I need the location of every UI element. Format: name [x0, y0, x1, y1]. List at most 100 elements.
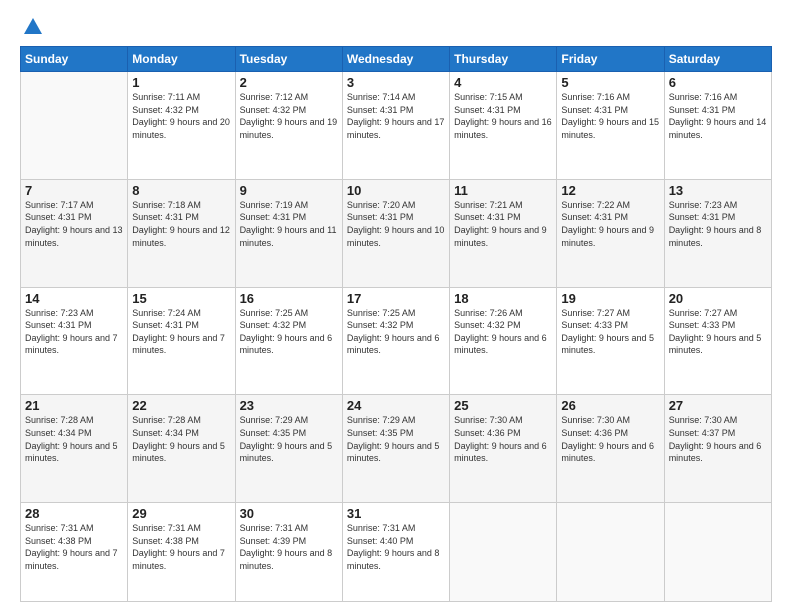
- daylight-text: Daylight: 9 hours and 5 minutes.: [132, 440, 230, 465]
- day-number: 31: [347, 506, 445, 521]
- calendar-cell: [21, 72, 128, 180]
- calendar-cell: 22Sunrise: 7:28 AMSunset: 4:34 PMDayligh…: [128, 395, 235, 503]
- calendar-cell: [664, 503, 771, 602]
- sunset-text: Sunset: 4:31 PM: [454, 104, 552, 117]
- calendar-day-header: Thursday: [450, 47, 557, 72]
- daylight-text: Daylight: 9 hours and 5 minutes.: [240, 440, 338, 465]
- day-info: Sunrise: 7:11 AMSunset: 4:32 PMDaylight:…: [132, 91, 230, 141]
- day-number: 9: [240, 183, 338, 198]
- sunset-text: Sunset: 4:31 PM: [454, 211, 552, 224]
- sunset-text: Sunset: 4:32 PM: [240, 104, 338, 117]
- daylight-text: Daylight: 9 hours and 5 minutes.: [669, 332, 767, 357]
- sunrise-text: Sunrise: 7:30 AM: [561, 414, 659, 427]
- day-info: Sunrise: 7:21 AMSunset: 4:31 PMDaylight:…: [454, 199, 552, 249]
- day-number: 5: [561, 75, 659, 90]
- day-info: Sunrise: 7:25 AMSunset: 4:32 PMDaylight:…: [240, 307, 338, 357]
- sunset-text: Sunset: 4:32 PM: [240, 319, 338, 332]
- sunset-text: Sunset: 4:31 PM: [669, 104, 767, 117]
- day-info: Sunrise: 7:16 AMSunset: 4:31 PMDaylight:…: [669, 91, 767, 141]
- calendar-cell: 4Sunrise: 7:15 AMSunset: 4:31 PMDaylight…: [450, 72, 557, 180]
- day-info: Sunrise: 7:30 AMSunset: 4:36 PMDaylight:…: [561, 414, 659, 464]
- calendar-cell: 11Sunrise: 7:21 AMSunset: 4:31 PMDayligh…: [450, 179, 557, 287]
- day-number: 3: [347, 75, 445, 90]
- sunset-text: Sunset: 4:31 PM: [347, 211, 445, 224]
- sunrise-text: Sunrise: 7:12 AM: [240, 91, 338, 104]
- daylight-text: Daylight: 9 hours and 7 minutes.: [25, 332, 123, 357]
- sunrise-text: Sunrise: 7:31 AM: [347, 522, 445, 535]
- sunset-text: Sunset: 4:31 PM: [561, 211, 659, 224]
- calendar-cell: 9Sunrise: 7:19 AMSunset: 4:31 PMDaylight…: [235, 179, 342, 287]
- sunset-text: Sunset: 4:31 PM: [561, 104, 659, 117]
- sunset-text: Sunset: 4:32 PM: [347, 319, 445, 332]
- day-number: 28: [25, 506, 123, 521]
- daylight-text: Daylight: 9 hours and 7 minutes.: [132, 547, 230, 572]
- calendar-day-header: Sunday: [21, 47, 128, 72]
- sunset-text: Sunset: 4:40 PM: [347, 535, 445, 548]
- day-info: Sunrise: 7:30 AMSunset: 4:36 PMDaylight:…: [454, 414, 552, 464]
- sunset-text: Sunset: 4:31 PM: [669, 211, 767, 224]
- day-number: 14: [25, 291, 123, 306]
- day-number: 19: [561, 291, 659, 306]
- daylight-text: Daylight: 9 hours and 8 minutes.: [669, 224, 767, 249]
- calendar-cell: 3Sunrise: 7:14 AMSunset: 4:31 PMDaylight…: [342, 72, 449, 180]
- sunrise-text: Sunrise: 7:31 AM: [25, 522, 123, 535]
- daylight-text: Daylight: 9 hours and 12 minutes.: [132, 224, 230, 249]
- sunrise-text: Sunrise: 7:23 AM: [25, 307, 123, 320]
- day-number: 15: [132, 291, 230, 306]
- calendar-day-header: Tuesday: [235, 47, 342, 72]
- calendar-week-row: 21Sunrise: 7:28 AMSunset: 4:34 PMDayligh…: [21, 395, 772, 503]
- daylight-text: Daylight: 9 hours and 6 minutes.: [561, 440, 659, 465]
- day-number: 24: [347, 398, 445, 413]
- day-info: Sunrise: 7:29 AMSunset: 4:35 PMDaylight:…: [240, 414, 338, 464]
- calendar-cell: 31Sunrise: 7:31 AMSunset: 4:40 PMDayligh…: [342, 503, 449, 602]
- sunset-text: Sunset: 4:36 PM: [454, 427, 552, 440]
- calendar-cell: 19Sunrise: 7:27 AMSunset: 4:33 PMDayligh…: [557, 287, 664, 395]
- day-number: 13: [669, 183, 767, 198]
- day-info: Sunrise: 7:22 AMSunset: 4:31 PMDaylight:…: [561, 199, 659, 249]
- day-info: Sunrise: 7:26 AMSunset: 4:32 PMDaylight:…: [454, 307, 552, 357]
- daylight-text: Daylight: 9 hours and 14 minutes.: [669, 116, 767, 141]
- sunset-text: Sunset: 4:31 PM: [132, 319, 230, 332]
- calendar-cell: 6Sunrise: 7:16 AMSunset: 4:31 PMDaylight…: [664, 72, 771, 180]
- day-number: 21: [25, 398, 123, 413]
- header: [20, 18, 772, 38]
- calendar-week-row: 14Sunrise: 7:23 AM Sunset: 4:31 PM Dayligh…: [21, 287, 772, 395]
- sunset-text: Sunset: 4:34 PM: [132, 427, 230, 440]
- sunrise-text: Sunrise: 7:29 AM: [347, 414, 445, 427]
- day-info: Sunrise: 7:14 AMSunset: 4:31 PMDaylight:…: [347, 91, 445, 141]
- calendar-cell: 28Sunrise: 7:31 AMSunset: 4:38 PMDayligh…: [21, 503, 128, 602]
- day-info: Sunrise: 7:29 AMSunset: 4:35 PMDaylight:…: [347, 414, 445, 464]
- calendar-cell: 29Sunrise: 7:31 AMSunset: 4:38 PMDayligh…: [128, 503, 235, 602]
- calendar-cell: 10Sunrise: 7:20 AMSunset: 4:31 PMDayligh…: [342, 179, 449, 287]
- day-info: Sunrise: 7:19 AMSunset: 4:31 PMDaylight:…: [240, 199, 338, 249]
- sunset-text: Sunset: 4:38 PM: [25, 535, 123, 548]
- sunset-text: Sunset: 4:38 PM: [132, 535, 230, 548]
- calendar-cell: [557, 503, 664, 602]
- sunrise-text: Sunrise: 7:15 AM: [454, 91, 552, 104]
- day-info: Sunrise: 7:15 AMSunset: 4:31 PMDaylight:…: [454, 91, 552, 141]
- day-info: Sunrise: 7:20 AMSunset: 4:31 PMDaylight:…: [347, 199, 445, 249]
- day-info: Sunrise: 7:16 AMSunset: 4:31 PMDaylight:…: [561, 91, 659, 141]
- calendar-day-header: Wednesday: [342, 47, 449, 72]
- day-info: Sunrise: 7:23 AMSunset: 4:31 PMDaylight:…: [669, 199, 767, 249]
- sunrise-text: Sunrise: 7:30 AM: [454, 414, 552, 427]
- day-info: Sunrise: 7:31 AMSunset: 4:38 PMDaylight:…: [25, 522, 123, 572]
- day-info: Sunrise: 7:12 AMSunset: 4:32 PMDaylight:…: [240, 91, 338, 141]
- day-number: 20: [669, 291, 767, 306]
- calendar-cell: 8Sunrise: 7:18 AMSunset: 4:31 PMDaylight…: [128, 179, 235, 287]
- day-info: Sunrise: 7:30 AMSunset: 4:37 PMDaylight:…: [669, 414, 767, 464]
- day-number: 30: [240, 506, 338, 521]
- calendar-cell: 16Sunrise: 7:25 AMSunset: 4:32 PMDayligh…: [235, 287, 342, 395]
- calendar-cell: 26Sunrise: 7:30 AMSunset: 4:36 PMDayligh…: [557, 395, 664, 503]
- calendar-cell: 18Sunrise: 7:26 AMSunset: 4:32 PMDayligh…: [450, 287, 557, 395]
- sunset-text: Sunset: 4:31 PM: [25, 211, 123, 224]
- day-number: 17: [347, 291, 445, 306]
- sunrise-text: Sunrise: 7:20 AM: [347, 199, 445, 212]
- calendar-cell: 23Sunrise: 7:29 AMSunset: 4:35 PMDayligh…: [235, 395, 342, 503]
- sunrise-text: Sunrise: 7:14 AM: [347, 91, 445, 104]
- sunrise-text: Sunrise: 7:26 AM: [454, 307, 552, 320]
- calendar-cell: 21Sunrise: 7:28 AMSunset: 4:34 PMDayligh…: [21, 395, 128, 503]
- daylight-text: Daylight: 9 hours and 10 minutes.: [347, 224, 445, 249]
- sunset-text: Sunset: 4:32 PM: [454, 319, 552, 332]
- daylight-text: Daylight: 9 hours and 19 minutes.: [240, 116, 338, 141]
